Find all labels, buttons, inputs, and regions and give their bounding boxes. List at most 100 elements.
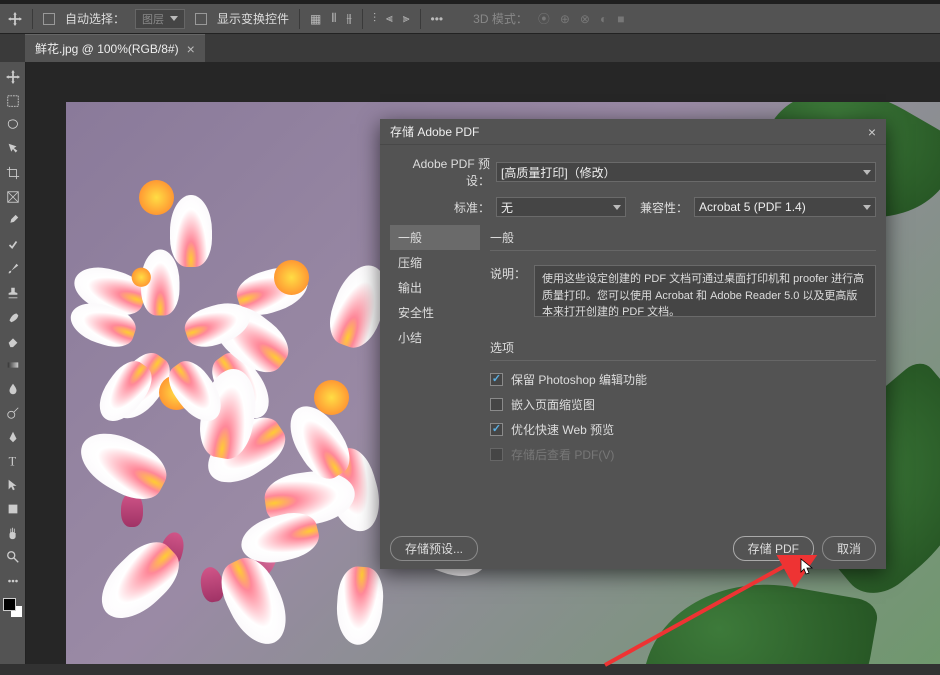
document-tab[interactable]: 鲜花.jpg @ 100%(RGB/8#) × [25,34,205,62]
save-preset-button[interactable]: 存储预设... [390,536,478,561]
autoselect-dropdown[interactable]: 图层 [135,9,185,29]
option-label: 保留 Photoshop 编辑功能 [511,371,647,388]
dialog-title: 存储 Adobe PDF [390,123,479,140]
options-label: 选项 [490,335,876,361]
more-icon[interactable]: ••• [431,12,444,26]
save-pdf-dialog: 存储 Adobe PDF × Adobe PDF 预设： [高质量打印]（修改）… [380,119,886,569]
marquee-tool[interactable] [2,90,24,112]
chevron-down-icon [170,16,178,21]
quick-select-tool[interactable] [2,138,24,160]
blur-tool[interactable] [2,378,24,400]
option-view-after-save: 存储后查看 PDF(V) [490,442,876,467]
dialog-sidebar: 一般 压缩 输出 安全性 小结 [390,225,480,528]
sidebar-item-security[interactable]: 安全性 [390,300,480,325]
show-transform-label: 显示变换控件 [217,10,289,27]
edit-toolbar[interactable] [2,570,24,592]
separator [362,9,363,29]
section-title-general: 一般 [490,225,876,251]
separator [420,9,421,29]
compat-label: 兼容性： [640,199,688,216]
zoom-tool[interactable] [2,546,24,568]
option-embed-thumbnails[interactable]: 嵌入页面缩览图 [490,392,876,417]
gradient-tool[interactable] [2,354,24,376]
sidebar-item-summary[interactable]: 小结 [390,325,480,350]
stamp-tool[interactable] [2,282,24,304]
separator [32,9,33,29]
cursor-icon [800,558,814,576]
mode3d-label: 3D 模式： [473,10,528,27]
separator [299,9,300,29]
sidebar-item-general[interactable]: 一般 [390,225,480,250]
dialog-main: 一般 说明： 使用这些设定创建的 PDF 文档可通过桌面打印机和 proofer… [490,225,876,528]
foreground-color[interactable] [3,598,16,611]
lasso-tool[interactable] [2,114,24,136]
sidebar-item-compression[interactable]: 压缩 [390,250,480,275]
option-label: 嵌入页面缩览图 [511,396,595,413]
checkbox-icon [490,448,503,461]
option-label: 优化快速 Web 预览 [511,421,614,438]
3d-icon[interactable]: ■ [617,12,624,26]
crop-tool[interactable] [2,162,24,184]
autoselect-value: 图层 [142,11,164,27]
standard-label: 标准： [390,199,490,216]
dodge-tool[interactable] [2,402,24,424]
move-tool[interactable] [2,66,24,88]
3d-icon[interactable]: ◐ [600,12,607,26]
dialog-body: Adobe PDF 预设： [高质量打印]（修改） 标准： 无 兼容性： Acr… [380,145,886,569]
option-label: 存储后查看 PDF(V) [511,446,614,463]
close-icon[interactable]: × [868,124,876,140]
shape-tool[interactable] [2,498,24,520]
preset-select[interactable]: [高质量打印]（修改） [496,162,876,182]
option-preserve-editing[interactable]: 保留 Photoshop 编辑功能 [490,367,876,392]
3d-icon[interactable]: ⊗ [580,12,590,26]
distribute-icon[interactable]: ⫸ [403,11,410,26]
3d-icon[interactable]: ⊕ [560,12,570,26]
tools-panel: T [0,62,26,664]
autoselect-checkbox[interactable] [43,13,55,25]
option-optimize-web[interactable]: 优化快速 Web 预览 [490,417,876,442]
document-tabbar: 鲜花.jpg @ 100%(RGB/8#) × [0,34,940,62]
align-icon[interactable]: ⫵ [346,11,352,26]
description-label: 说明： [490,265,526,282]
compat-value: Acrobat 5 (PDF 1.4) [699,200,806,214]
sidebar-item-output[interactable]: 输出 [390,275,480,300]
color-swatch[interactable] [3,598,23,618]
move-tool-indicator [8,12,22,26]
cancel-button[interactable]: 取消 [822,536,876,561]
pen-tool[interactable] [2,426,24,448]
autoselect-label: 自动选择： [65,10,125,27]
options-bar: 自动选择： 图层 显示变换控件 ▦ ⫴ ⫵ ⫶ ⫷ ⫸ ••• 3D 模式： ⦿… [0,4,940,34]
brush-tool[interactable] [2,258,24,280]
description-textbox[interactable]: 使用这些设定创建的 PDF 文档可通过桌面打印机和 proofer 进行高质量打… [534,265,876,317]
chevron-down-icon [863,170,871,175]
hand-tool[interactable] [2,522,24,544]
standard-value: 无 [501,199,513,216]
standard-select[interactable]: 无 [496,197,626,217]
eraser-tool[interactable] [2,330,24,352]
preset-label: Adobe PDF 预设： [390,155,490,189]
checkbox-icon[interactable] [490,423,503,436]
distribute-icon[interactable]: ⫷ [386,11,393,26]
preset-value: [高质量打印]（修改） [501,164,616,181]
eyedropper-tool[interactable] [2,210,24,232]
text-tool[interactable]: T [2,450,24,472]
distribute-icon[interactable]: ⫶ [373,11,376,26]
chevron-down-icon [863,205,871,210]
align-icon[interactable]: ▦ [310,12,321,26]
checkbox-icon[interactable] [490,398,503,411]
align-icon[interactable]: ⫴ [331,11,336,26]
compat-select[interactable]: Acrobat 5 (PDF 1.4) [694,197,876,217]
document-tab-title: 鲜花.jpg @ 100%(RGB/8#) [35,40,179,57]
show-transform-checkbox[interactable] [195,13,207,25]
history-brush-tool[interactable] [2,306,24,328]
close-icon[interactable]: × [187,41,195,57]
3d-icon[interactable]: ⦿ [538,10,550,27]
svg-text:T: T [8,454,16,468]
checkbox-icon[interactable] [490,373,503,386]
dialog-titlebar[interactable]: 存储 Adobe PDF × [380,119,886,145]
frame-tool[interactable] [2,186,24,208]
path-select-tool[interactable] [2,474,24,496]
healing-tool[interactable] [2,234,24,256]
dialog-footer: 存储预设... 存储 PDF 取消 [390,528,876,561]
chevron-down-icon [613,205,621,210]
